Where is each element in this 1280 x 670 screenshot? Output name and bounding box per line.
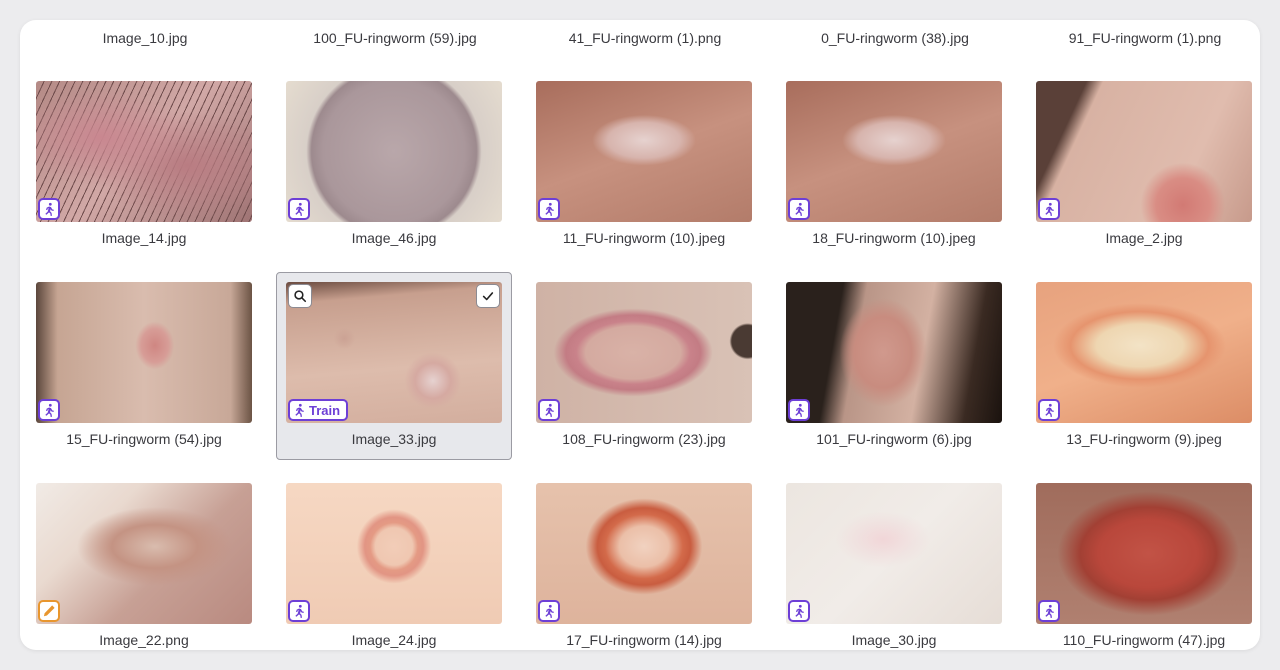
runner-icon	[792, 604, 806, 618]
image-filename: 11_FU-ringworm (10).jpeg	[562, 230, 726, 246]
runner-icon	[542, 604, 556, 618]
image-card[interactable]: Train Image_33.jpg	[276, 272, 512, 460]
train-split-badge	[788, 399, 810, 421]
image-thumbnail[interactable]	[1036, 81, 1252, 222]
train-split-badge	[788, 600, 810, 622]
image-card[interactable]: 108_FU-ringworm (23).jpg	[526, 272, 762, 460]
image-card[interactable]: Image_24.jpg	[276, 473, 512, 650]
image-filename: Image_2.jpg	[1105, 230, 1183, 246]
image-filename: Image_14.jpg	[101, 230, 187, 246]
image-thumbnail[interactable]	[1036, 483, 1252, 624]
image-thumbnail[interactable]	[286, 81, 502, 222]
filename-label: 41_FU-ringworm (1).png	[568, 30, 722, 46]
image-filename: Image_33.jpg	[351, 431, 437, 447]
image-filename: 101_FU-ringworm (6).jpg	[816, 431, 972, 447]
check-icon	[481, 289, 495, 303]
image-card[interactable]: 101_FU-ringworm (6).jpg	[776, 272, 1012, 460]
runner-icon	[292, 403, 306, 417]
annotate-badge	[38, 600, 60, 622]
train-split-badge	[538, 600, 560, 622]
image-thumbnail[interactable]: Train	[286, 282, 502, 423]
image-card[interactable]: Image_22.png	[26, 473, 262, 650]
image-filename: Image_30.jpg	[851, 632, 937, 648]
image-grid-panel: Image_10.jpg 100_FU-ringworm (59).jpg 41…	[20, 20, 1260, 650]
image-card[interactable]: Image_2.jpg	[1026, 71, 1260, 259]
image-filename: Image_46.jpg	[351, 230, 437, 246]
filename-label: 0_FU-ringworm (38).jpg	[821, 30, 969, 46]
magnifier-icon	[293, 289, 307, 303]
train-split-badge	[1038, 600, 1060, 622]
image-card[interactable]: Image_30.jpg	[776, 473, 1012, 650]
image-card[interactable]: 11_FU-ringworm (10).jpeg	[526, 71, 762, 259]
image-thumbnail[interactable]	[1036, 282, 1252, 423]
badge-label: Train	[309, 402, 341, 418]
image-filename: 15_FU-ringworm (54).jpg	[66, 431, 222, 447]
runner-icon	[792, 403, 806, 417]
runner-icon	[292, 202, 306, 216]
image-thumbnail[interactable]	[36, 81, 252, 222]
image-thumbnail[interactable]	[36, 483, 252, 624]
image-thumbnail[interactable]	[786, 282, 1002, 423]
image-thumbnail[interactable]	[536, 483, 752, 624]
image-filename: 18_FU-ringworm (10).jpeg	[812, 230, 976, 246]
runner-icon	[542, 202, 556, 216]
select-checkbox[interactable]	[476, 284, 500, 308]
train-split-badge: Train	[288, 399, 349, 421]
image-filename: 17_FU-ringworm (14).jpg	[566, 632, 722, 648]
image-thumbnail[interactable]	[286, 483, 502, 624]
train-split-badge	[538, 399, 560, 421]
runner-icon	[42, 403, 56, 417]
zoom-button[interactable]	[288, 284, 312, 308]
train-split-badge	[38, 198, 60, 220]
train-split-badge	[1038, 198, 1060, 220]
image-thumbnail[interactable]	[536, 282, 752, 423]
train-split-badge	[288, 600, 310, 622]
image-thumbnail[interactable]	[36, 282, 252, 423]
image-filename: 108_FU-ringworm (23).jpg	[562, 431, 726, 447]
train-split-badge	[38, 399, 60, 421]
image-filename: Image_24.jpg	[351, 632, 437, 648]
image-filename: 13_FU-ringworm (9).jpeg	[1066, 431, 1222, 447]
image-card[interactable]: 13_FU-ringworm (9).jpeg	[1026, 272, 1260, 460]
filename-label: Image_10.jpg	[102, 30, 188, 46]
top-row-labels: Image_10.jpg 100_FU-ringworm (59).jpg 41…	[20, 20, 1260, 60]
image-card[interactable]: 110_FU-ringworm (47).jpg	[1026, 473, 1260, 650]
train-split-badge	[288, 198, 310, 220]
image-filename: 110_FU-ringworm (47).jpg	[1062, 632, 1226, 648]
image-thumbnail[interactable]	[536, 81, 752, 222]
train-split-badge	[1038, 399, 1060, 421]
runner-icon	[1042, 202, 1056, 216]
pencil-icon	[42, 604, 56, 618]
runner-icon	[1042, 604, 1056, 618]
image-card[interactable]: Image_46.jpg	[276, 71, 512, 259]
image-thumbnail[interactable]	[786, 81, 1002, 222]
runner-icon	[792, 202, 806, 216]
runner-icon	[1042, 403, 1056, 417]
image-card[interactable]: 17_FU-ringworm (14).jpg	[526, 473, 762, 650]
train-split-badge	[538, 198, 560, 220]
runner-icon	[42, 202, 56, 216]
runner-icon	[292, 604, 306, 618]
image-card[interactable]: 15_FU-ringworm (54).jpg	[26, 272, 262, 460]
filename-label: 100_FU-ringworm (59).jpg	[313, 30, 477, 46]
image-card[interactable]: 18_FU-ringworm (10).jpeg	[776, 71, 1012, 259]
image-filename: Image_22.png	[99, 632, 189, 648]
train-split-badge	[788, 198, 810, 220]
runner-icon	[542, 403, 556, 417]
image-card[interactable]: Image_14.jpg	[26, 71, 262, 259]
filename-label: 91_FU-ringworm (1).png	[1068, 30, 1222, 46]
image-thumbnail[interactable]	[786, 483, 1002, 624]
